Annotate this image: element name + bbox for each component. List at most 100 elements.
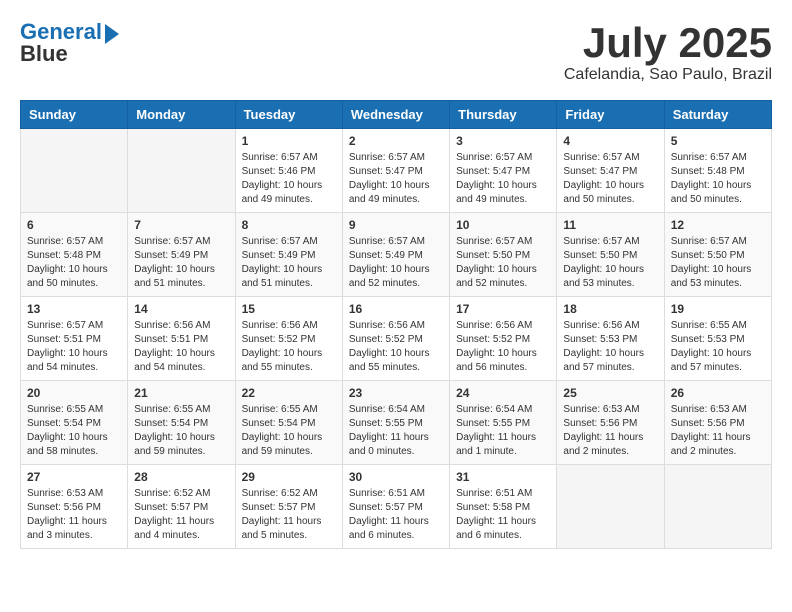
day-cell [21,129,128,213]
day-number: 7 [134,218,228,232]
week-row-4: 20 Sunrise: 6:55 AMSunset: 5:54 PMDayligh… [21,381,772,465]
day-info: Sunrise: 6:55 AMSunset: 5:54 PMDaylight:… [27,403,121,459]
day-cell: 12 Sunrise: 6:57 AMSunset: 5:50 PMDayligh… [664,213,771,297]
day-info: Sunrise: 6:51 AMSunset: 5:58 PMDaylight:… [456,487,550,543]
day-number: 10 [456,218,550,232]
day-info: Sunrise: 6:57 AMSunset: 5:47 PMDaylight:… [456,151,550,207]
day-info: Sunrise: 6:57 AMSunset: 5:49 PMDaylight:… [242,235,336,291]
day-cell: 1 Sunrise: 6:57 AMSunset: 5:46 PMDaylight… [235,129,342,213]
day-number: 17 [456,302,550,316]
day-info: Sunrise: 6:57 AMSunset: 5:49 PMDaylight:… [349,235,443,291]
weekday-header-friday: Friday [557,101,664,129]
day-cell: 2 Sunrise: 6:57 AMSunset: 5:47 PMDaylight… [342,129,449,213]
location: Cafelandia, Sao Paulo, Brazil [564,66,772,84]
day-info: Sunrise: 6:57 AMSunset: 5:50 PMDaylight:… [563,235,657,291]
logo-text-line2: Blue [20,42,119,66]
day-info: Sunrise: 6:56 AMSunset: 5:51 PMDaylight:… [134,319,228,375]
day-number: 19 [671,302,765,316]
day-number: 11 [563,218,657,232]
day-number: 21 [134,386,228,400]
day-info: Sunrise: 6:56 AMSunset: 5:52 PMDaylight:… [242,319,336,375]
day-info: Sunrise: 6:55 AMSunset: 5:54 PMDaylight:… [242,403,336,459]
day-number: 29 [242,470,336,484]
day-cell: 13 Sunrise: 6:57 AMSunset: 5:51 PMDayligh… [21,297,128,381]
day-info: Sunrise: 6:53 AMSunset: 5:56 PMDaylight:… [671,403,765,459]
day-cell: 21 Sunrise: 6:55 AMSunset: 5:54 PMDayligh… [128,381,235,465]
day-cell: 23 Sunrise: 6:54 AMSunset: 5:55 PMDayligh… [342,381,449,465]
day-number: 15 [242,302,336,316]
day-cell: 10 Sunrise: 6:57 AMSunset: 5:50 PMDayligh… [450,213,557,297]
day-cell: 25 Sunrise: 6:53 AMSunset: 5:56 PMDayligh… [557,381,664,465]
day-info: Sunrise: 6:55 AMSunset: 5:53 PMDaylight:… [671,319,765,375]
day-cell: 28 Sunrise: 6:52 AMSunset: 5:57 PMDayligh… [128,465,235,549]
day-info: Sunrise: 6:57 AMSunset: 5:47 PMDaylight:… [349,151,443,207]
day-cell: 14Sunrise: 6:56 AMSunset: 5:51 PMDayligh… [128,297,235,381]
day-info: Sunrise: 6:57 AMSunset: 5:51 PMDaylight:… [27,319,121,375]
day-info: Sunrise: 6:56 AMSunset: 5:52 PMDaylight:… [349,319,443,375]
day-number: 16 [349,302,443,316]
day-number: 9 [349,218,443,232]
day-cell: 7 Sunrise: 6:57 AMSunset: 5:49 PMDaylight… [128,213,235,297]
day-number: 1 [242,134,336,148]
title-block: July 2025 Cafelandia, Sao Paulo, Brazil [564,20,772,84]
day-cell: 24Sunrise: 6:54 AMSunset: 5:55 PMDayligh… [450,381,557,465]
day-number: 28 [134,470,228,484]
day-number: 22 [242,386,336,400]
logo-arrow-icon [105,24,119,44]
day-info: Sunrise: 6:57 AMSunset: 5:48 PMDaylight:… [671,151,765,207]
day-number: 2 [349,134,443,148]
day-cell: 20 Sunrise: 6:55 AMSunset: 5:54 PMDayligh… [21,381,128,465]
day-number: 12 [671,218,765,232]
day-cell: 22 Sunrise: 6:55 AMSunset: 5:54 PMDayligh… [235,381,342,465]
day-number: 20 [27,386,121,400]
day-cell [557,465,664,549]
day-number: 26 [671,386,765,400]
day-number: 4 [563,134,657,148]
day-info: Sunrise: 6:57 AMSunset: 5:49 PMDaylight:… [134,235,228,291]
day-info: Sunrise: 6:51 AMSunset: 5:57 PMDaylight:… [349,487,443,543]
day-cell: 16 Sunrise: 6:56 AMSunset: 5:52 PMDayligh… [342,297,449,381]
day-number: 24 [456,386,550,400]
day-info: Sunrise: 6:57 AMSunset: 5:50 PMDaylight:… [671,235,765,291]
day-info: Sunrise: 6:52 AMSunset: 5:57 PMDaylight:… [134,487,228,543]
month-title: July 2025 [564,20,772,66]
day-number: 8 [242,218,336,232]
day-cell: 8 Sunrise: 6:57 AMSunset: 5:49 PMDaylight… [235,213,342,297]
day-info: Sunrise: 6:57 AMSunset: 5:47 PMDaylight:… [563,151,657,207]
day-cell: 11 Sunrise: 6:57 AMSunset: 5:50 PMDayligh… [557,213,664,297]
day-cell: 30 Sunrise: 6:51 AMSunset: 5:57 PMDayligh… [342,465,449,549]
day-number: 23 [349,386,443,400]
day-number: 31 [456,470,550,484]
weekday-header-tuesday: Tuesday [235,101,342,129]
day-info: Sunrise: 6:56 AMSunset: 5:52 PMDaylight:… [456,319,550,375]
day-info: Sunrise: 6:56 AMSunset: 5:53 PMDaylight:… [563,319,657,375]
day-cell: 31 Sunrise: 6:51 AMSunset: 5:58 PMDayligh… [450,465,557,549]
calendar-table: SundayMondayTuesdayWednesdayThursdayFrid… [20,100,772,549]
day-info: Sunrise: 6:53 AMSunset: 5:56 PMDaylight:… [563,403,657,459]
day-cell: 18 Sunrise: 6:56 AMSunset: 5:53 PMDayligh… [557,297,664,381]
day-info: Sunrise: 6:55 AMSunset: 5:54 PMDaylight:… [134,403,228,459]
day-cell: 9 Sunrise: 6:57 AMSunset: 5:49 PMDaylight… [342,213,449,297]
day-number: 13 [27,302,121,316]
day-number: 25 [563,386,657,400]
day-number: 27 [27,470,121,484]
day-cell [664,465,771,549]
logo: General Blue [20,20,119,66]
day-info: Sunrise: 6:54 AMSunset: 5:55 PMDaylight:… [349,403,443,459]
day-cell: 29Sunrise: 6:52 AMSunset: 5:57 PMDayligh… [235,465,342,549]
weekday-header-saturday: Saturday [664,101,771,129]
week-row-5: 27 Sunrise: 6:53 AMSunset: 5:56 PMDayligh… [21,465,772,549]
day-info: Sunrise: 6:57 AMSunset: 5:50 PMDaylight:… [456,235,550,291]
weekday-header-row: SundayMondayTuesdayWednesdayThursdayFrid… [21,101,772,129]
day-number: 18 [563,302,657,316]
day-info: Sunrise: 6:53 AMSunset: 5:56 PMDaylight:… [27,487,121,543]
day-cell: 26 Sunrise: 6:53 AMSunset: 5:56 PMDayligh… [664,381,771,465]
day-cell [128,129,235,213]
week-row-1: 1 Sunrise: 6:57 AMSunset: 5:46 PMDaylight… [21,129,772,213]
day-cell: 5Sunrise: 6:57 AMSunset: 5:48 PMDaylight… [664,129,771,213]
weekday-header-thursday: Thursday [450,101,557,129]
day-info: Sunrise: 6:57 AMSunset: 5:48 PMDaylight:… [27,235,121,291]
day-info: Sunrise: 6:57 AMSunset: 5:46 PMDaylight:… [242,151,336,207]
day-number: 30 [349,470,443,484]
day-cell: 4 Sunrise: 6:57 AMSunset: 5:47 PMDaylight… [557,129,664,213]
